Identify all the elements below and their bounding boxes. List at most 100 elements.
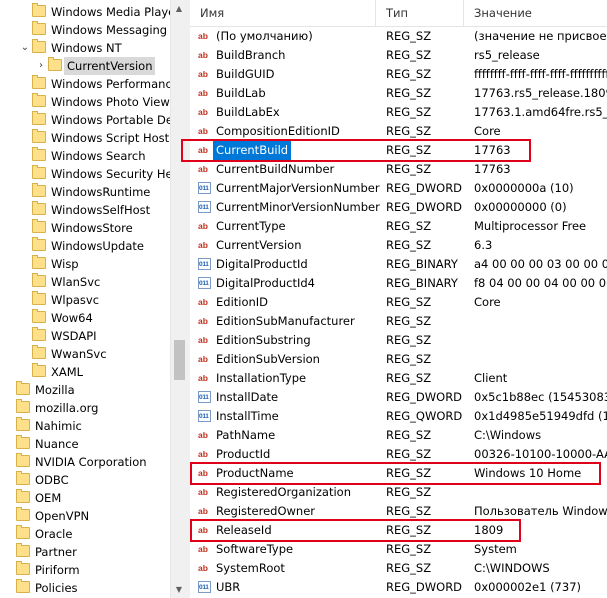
column-header-name[interactable]: Имя: [190, 0, 376, 27]
tree-item[interactable]: Mozilla: [0, 381, 170, 399]
expand-chevron-icon[interactable]: [19, 93, 31, 111]
tree-item[interactable]: XAML: [0, 363, 170, 381]
expand-chevron-icon[interactable]: [19, 345, 31, 363]
expand-chevron-icon[interactable]: [3, 399, 15, 417]
tree-item[interactable]: Nuance: [0, 435, 170, 453]
tree-item[interactable]: WindowsUpdate: [0, 237, 170, 255]
value-row[interactable]: ab BuildLabEx REG_SZ 17763.1.amd64fre.rs5_r…: [190, 103, 607, 122]
scroll-up-arrow-icon[interactable]: ▲: [171, 0, 187, 17]
expand-chevron-icon[interactable]: [3, 525, 15, 543]
value-row[interactable]: ab (По умолчанию) REG_SZ (значение не присв…: [190, 27, 607, 46]
expand-chevron-icon[interactable]: [19, 147, 31, 165]
expand-chevron-icon[interactable]: [3, 579, 15, 597]
value-row[interactable]: 011 DigitalProductId REG_BINARY a4 00 00 00…: [190, 255, 607, 274]
tree-vertical-scrollbar[interactable]: ▲ ▼: [170, 0, 187, 598]
value-row[interactable]: 011 DigitalProductId4 REG_BINARY f8 04 00 0…: [190, 274, 607, 293]
collapse-chevron-icon[interactable]: ⌄: [19, 39, 31, 57]
tree-item[interactable]: WwanSvc: [0, 345, 170, 363]
value-row[interactable]: ab InstallationType REG_SZ Client: [190, 369, 607, 388]
tree-item[interactable]: Policies: [0, 579, 170, 597]
expand-chevron-icon[interactable]: ›: [35, 57, 47, 75]
expand-chevron-icon[interactable]: [19, 21, 31, 39]
tree-item[interactable]: Windows Photo Viewer: [0, 93, 170, 111]
value-row[interactable]: ab CurrentBuild REG_SZ 17763: [190, 140, 607, 161]
value-row[interactable]: ab ProductName REG_SZ Windows 10 Home: [190, 464, 607, 483]
value-row[interactable]: 011 InstallDate REG_DWORD 0x5c1b88ec (15453…: [190, 388, 607, 407]
expand-chevron-icon[interactable]: [19, 309, 31, 327]
expand-chevron-icon[interactable]: [19, 183, 31, 201]
value-row[interactable]: ab EditionSubstring REG_SZ: [190, 331, 607, 350]
tree-item[interactable]: WindowsStore: [0, 219, 170, 237]
expand-chevron-icon[interactable]: [19, 327, 31, 345]
tree-item[interactable]: WindowsSelfHost: [0, 201, 170, 219]
column-header-type[interactable]: Тип: [376, 0, 464, 27]
value-row[interactable]: ab CurrentVersion REG_SZ 6.3: [190, 236, 607, 255]
tree-item[interactable]: Oracle: [0, 525, 170, 543]
column-header-data[interactable]: Значение: [464, 0, 607, 27]
value-row[interactable]: ab BuildLab REG_SZ 17763.rs5_release.180914…: [190, 84, 607, 103]
scroll-down-arrow-icon[interactable]: ▼: [171, 581, 187, 598]
value-row[interactable]: ab EditionID REG_SZ Core: [190, 293, 607, 312]
value-row[interactable]: 011 InstallTime REG_QWORD 0x1d4985e51949dfd…: [190, 407, 607, 426]
tree-item[interactable]: OEM: [0, 489, 170, 507]
tree-item[interactable]: Windows Script Host: [0, 129, 170, 147]
tree-item[interactable]: ODBC: [0, 471, 170, 489]
expand-chevron-icon[interactable]: [3, 507, 15, 525]
value-row[interactable]: ab SystemRoot REG_SZ C:\WINDOWS: [190, 559, 607, 578]
expand-chevron-icon[interactable]: [19, 165, 31, 183]
expand-chevron-icon[interactable]: [3, 471, 15, 489]
tree-item[interactable]: mozilla.org: [0, 399, 170, 417]
expand-chevron-icon[interactable]: [19, 273, 31, 291]
tree-item[interactable]: WlanSvc: [0, 273, 170, 291]
tree-item[interactable]: Windows Messaging Subsystem: [0, 21, 170, 39]
expand-chevron-icon[interactable]: [19, 111, 31, 129]
tree-item[interactable]: WSDAPI: [0, 327, 170, 345]
expand-chevron-icon[interactable]: [19, 75, 31, 93]
value-row[interactable]: 011 CurrentMajorVersionNumber REG_DWORD 0x0…: [190, 179, 607, 198]
value-row[interactable]: ab RegisteredOrganization REG_SZ: [190, 483, 607, 502]
expand-chevron-icon[interactable]: [19, 129, 31, 147]
expand-chevron-icon[interactable]: [3, 417, 15, 435]
tree-item[interactable]: Partner: [0, 543, 170, 561]
value-row[interactable]: ab RegisteredOwner REG_SZ Пользователь Wind…: [190, 502, 607, 521]
expand-chevron-icon[interactable]: [3, 489, 15, 507]
expand-chevron-icon[interactable]: [19, 255, 31, 273]
expand-chevron-icon[interactable]: [19, 3, 31, 21]
tree-item[interactable]: Piriform: [0, 561, 170, 579]
tree-item[interactable]: NVIDIA Corporation: [0, 453, 170, 471]
value-row[interactable]: ab SoftwareType REG_SZ System: [190, 540, 607, 559]
tree-item[interactable]: Nahimic: [0, 417, 170, 435]
expand-chevron-icon[interactable]: [19, 291, 31, 309]
tree-item[interactable]: Wow64: [0, 309, 170, 327]
tree-item[interactable]: Wlpasvc: [0, 291, 170, 309]
expand-chevron-icon[interactable]: [19, 219, 31, 237]
tree-item[interactable]: Windows Performance Toolkit: [0, 75, 170, 93]
value-row[interactable]: ab PathName REG_SZ C:\Windows: [190, 426, 607, 445]
tree-item[interactable]: Windows Media Player: [0, 3, 170, 21]
tree-item[interactable]: OpenVPN: [0, 507, 170, 525]
value-row[interactable]: ab EditionSubVersion REG_SZ: [190, 350, 607, 369]
value-row[interactable]: 011 CurrentMinorVersionNumber REG_DWORD 0x0…: [190, 198, 607, 217]
tree-item[interactable]: Windows Portable Devices: [0, 111, 170, 129]
tree-item[interactable]: Windows Security Health: [0, 165, 170, 183]
value-row[interactable]: ab BuildBranch REG_SZ rs5_release: [190, 46, 607, 65]
tree-item[interactable]: WindowsRuntime: [0, 183, 170, 201]
expand-chevron-icon[interactable]: [3, 435, 15, 453]
value-row[interactable]: ab ReleaseId REG_SZ 1809: [190, 521, 607, 540]
value-row[interactable]: ab BuildGUID REG_SZ ffffffff-ffff-ffff-ffff…: [190, 65, 607, 84]
value-row[interactable]: ab CurrentBuildNumber REG_SZ 17763: [190, 160, 607, 179]
tree-item[interactable]: › CurrentVersion: [0, 57, 170, 75]
values-list-pane[interactable]: Имя Тип Значение ab (По умолчанию) REG_SZ (…: [190, 0, 607, 598]
expand-chevron-icon[interactable]: [19, 201, 31, 219]
value-row[interactable]: ab EditionSubManufacturer REG_SZ: [190, 312, 607, 331]
expand-chevron-icon[interactable]: [3, 543, 15, 561]
expand-chevron-icon[interactable]: [3, 453, 15, 471]
value-row[interactable]: ab CurrentType REG_SZ Multiprocessor Free: [190, 217, 607, 236]
registry-tree-pane[interactable]: Windows Media Player Windows Messaging Su…: [0, 0, 170, 598]
expand-chevron-icon[interactable]: [19, 237, 31, 255]
value-row[interactable]: 011 UBR REG_DWORD 0x000002e1 (737): [190, 578, 607, 597]
tree-item[interactable]: ⌄ Windows NT: [0, 39, 170, 57]
expand-chevron-icon[interactable]: [3, 561, 15, 579]
value-row[interactable]: ab CompositionEditionID REG_SZ Core: [190, 122, 607, 141]
tree-item[interactable]: Windows Search: [0, 147, 170, 165]
